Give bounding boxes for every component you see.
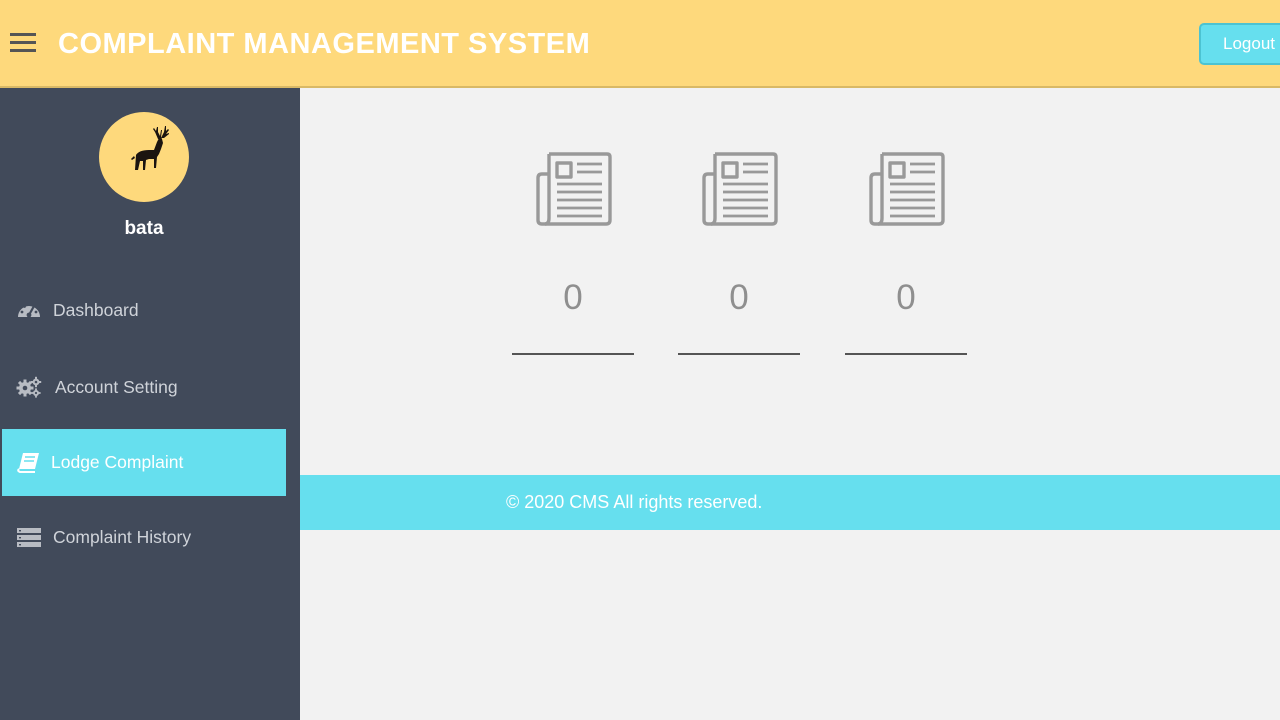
stat-count: 0 — [896, 278, 916, 317]
stat-card: 0 — [845, 148, 969, 358]
avatar — [99, 112, 189, 202]
stat-card: 0 — [678, 148, 802, 358]
dashboard-gauge-icon — [18, 303, 40, 318]
stat-count: 0 — [729, 278, 749, 317]
divider — [678, 353, 800, 355]
divider — [512, 353, 634, 355]
divider — [845, 353, 967, 355]
hamburger-menu-icon[interactable] — [10, 33, 36, 55]
book-icon — [17, 453, 39, 473]
gears-icon — [16, 376, 42, 398]
sidebar-item-label: Account Setting — [55, 377, 178, 397]
username: bata — [124, 218, 164, 239]
copyright-text: © 2020 CMS All rights reserved. — [506, 492, 763, 512]
newspaper-icon — [869, 152, 945, 226]
sidebar-item-label: Complaint History — [53, 527, 192, 547]
sidebar-item-label: Dashboard — [53, 300, 139, 320]
sidebar-item-lodge-complaint[interactable]: Lodge Complaint — [2, 429, 286, 496]
newspaper-icon — [702, 152, 778, 226]
logout-button[interactable]: Logout — [1199, 23, 1280, 65]
sidebar-item-label: Lodge Complaint — [51, 452, 184, 472]
stat-card: 0 — [512, 148, 636, 358]
sidebar-item-account-setting[interactable]: Account Setting — [2, 354, 286, 421]
server-list-icon — [17, 528, 41, 547]
app-title: COMPLAINT MANAGEMENT SYSTEM — [58, 28, 591, 60]
sidebar-item-dashboard[interactable]: Dashboard — [2, 277, 286, 344]
footer: © 2020 CMS All rights reserved. — [300, 475, 1280, 530]
sidebar-item-complaint-history[interactable]: Complaint History — [2, 504, 286, 571]
top-header: COMPLAINT MANAGEMENT SYSTEM Logout — [0, 0, 1280, 88]
sidebar: bata Dashboard Account Setting Lodge Com… — [0, 88, 300, 720]
elk-icon — [131, 126, 169, 170]
stat-count: 0 — [563, 278, 583, 317]
newspaper-icon — [536, 152, 612, 226]
